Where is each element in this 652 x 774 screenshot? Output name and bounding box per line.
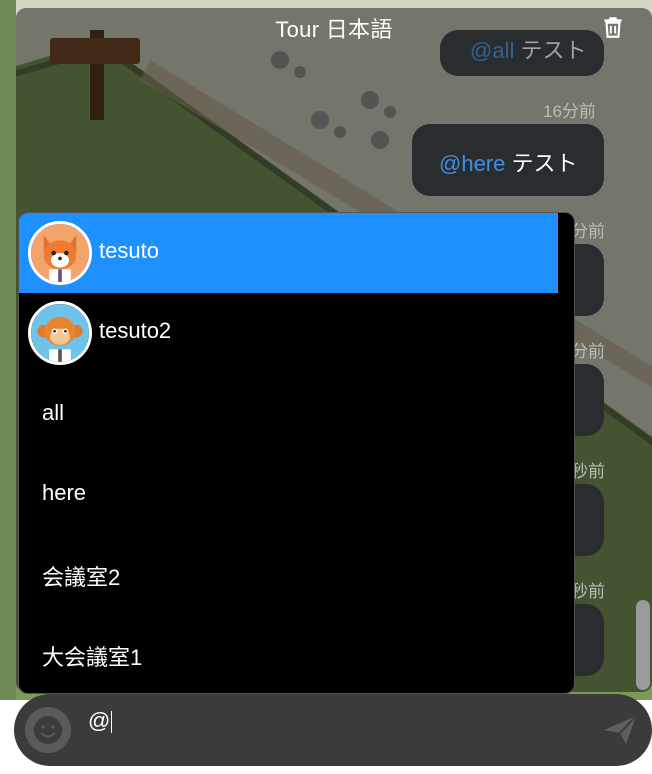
message-input[interactable]: @ — [88, 708, 568, 740]
text-caret — [111, 711, 113, 734]
message-mention: @all — [470, 38, 515, 63]
mention-option-tesuto[interactable]: tesuto — [19, 213, 558, 293]
mention-option-label: 大会議室1 — [42, 645, 143, 670]
mention-option-here[interactable]: here — [19, 453, 558, 533]
mention-option-label: tesuto — [99, 238, 159, 263]
mention-option-label: here — [42, 480, 87, 505]
message-time: 16分前 — [543, 102, 596, 121]
emoji-icon[interactable] — [24, 706, 72, 754]
mention-option-label: 会議室2 — [42, 565, 121, 590]
monkey-avatar-icon — [28, 301, 92, 365]
message-time: 秒前 — [571, 462, 605, 481]
message-text: テスト — [514, 38, 587, 63]
message-input-value: @ — [88, 708, 111, 733]
mention-option-label: tesuto2 — [99, 318, 172, 343]
fox-avatar-icon — [28, 221, 92, 285]
message-text: テスト — [505, 151, 578, 176]
send-icon[interactable] — [602, 714, 638, 746]
message-input-bar: @ — [14, 694, 652, 766]
chat-scrollbar[interactable] — [636, 600, 650, 690]
message-time: 秒前 — [571, 582, 605, 601]
trash-icon[interactable] — [600, 14, 626, 40]
message-time: 分前 — [571, 342, 605, 361]
message-bubble: @all テスト — [440, 30, 604, 76]
message-mention: @here — [439, 151, 506, 176]
mention-option-label: all — [42, 400, 65, 425]
mention-suggestions: tesuto tesuto2 all here 会議室2 大会議室1 — [18, 212, 575, 694]
message-time: 分前 — [571, 222, 605, 241]
scenery-edge — [0, 0, 16, 700]
mention-option-all[interactable]: all — [19, 373, 558, 453]
mention-option-room-2[interactable]: 会議室2 — [19, 533, 558, 613]
mention-option-tesuto2[interactable]: tesuto2 — [19, 293, 558, 373]
message-bubble: @here テスト — [412, 124, 604, 196]
game-screen: Tour 日本語 @all テスト 16分前 @here テスト 分前 分前 秒… — [0, 0, 652, 774]
mention-option-large-room-1[interactable]: 大会議室1 — [19, 613, 558, 693]
